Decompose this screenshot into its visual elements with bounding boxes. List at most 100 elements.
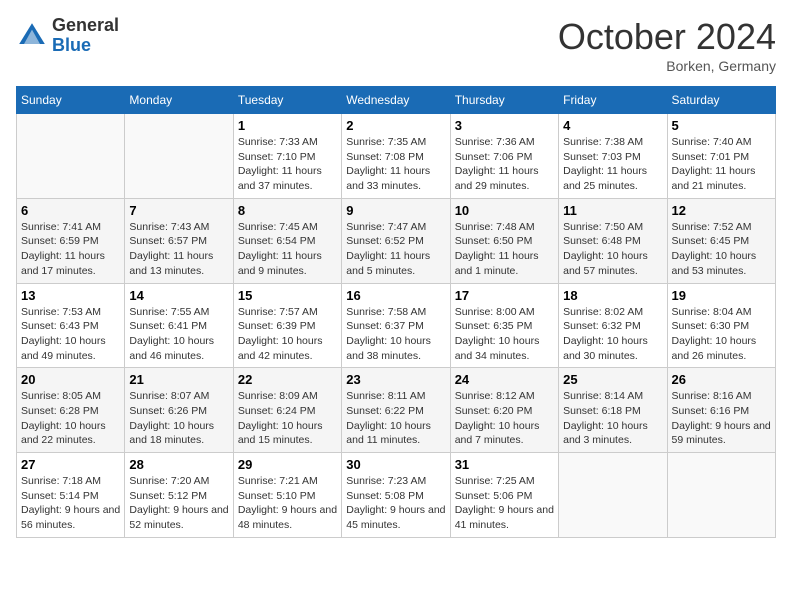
- calendar-cell: 31Sunrise: 7:25 AM Sunset: 5:06 PM Dayli…: [450, 453, 558, 538]
- weekday-header-monday: Monday: [125, 87, 233, 114]
- day-number: 14: [129, 288, 228, 303]
- calendar-cell: 6Sunrise: 7:41 AM Sunset: 6:59 PM Daylig…: [17, 198, 125, 283]
- day-number: 26: [672, 372, 771, 387]
- calendar-cell: [125, 114, 233, 199]
- day-info: Sunrise: 7:38 AM Sunset: 7:03 PM Dayligh…: [563, 135, 662, 194]
- day-info: Sunrise: 7:33 AM Sunset: 7:10 PM Dayligh…: [238, 135, 337, 194]
- calendar-cell: 15 Sunrise: 7:57 AM Sunset: 6:39 PM Dayli…: [233, 283, 341, 368]
- day-info: Sunrise: 7:20 AM Sunset: 5:12 PM Dayligh…: [129, 474, 228, 533]
- day-number: 12: [672, 203, 771, 218]
- calendar-week-row: 20 Sunrise: 8:05 AM Sunset: 6:28 PM Dayli…: [17, 368, 776, 453]
- logo: General Blue: [16, 16, 119, 56]
- calendar-cell: 18 Sunrise: 8:02 AM Sunset: 6:32 PM Dayli…: [559, 283, 667, 368]
- calendar-cell: 12 Sunrise: 7:52 AM Sunset: 6:45 PM Dayli…: [667, 198, 775, 283]
- day-info: Sunrise: 7:45 AM Sunset: 6:54 PM Dayligh…: [238, 220, 337, 279]
- calendar-cell: 8 Sunrise: 7:45 AM Sunset: 6:54 PM Daylig…: [233, 198, 341, 283]
- day-number: 18: [563, 288, 662, 303]
- calendar-cell: 21 Sunrise: 8:07 AM Sunset: 6:26 PM Dayli…: [125, 368, 233, 453]
- calendar-cell: 20 Sunrise: 8:05 AM Sunset: 6:28 PM Dayli…: [17, 368, 125, 453]
- day-info: Sunrise: 8:14 AM Sunset: 6:18 PM Dayligh…: [563, 389, 662, 448]
- day-number: 24: [455, 372, 554, 387]
- day-number: 27: [21, 457, 120, 472]
- calendar-cell: 19 Sunrise: 8:04 AM Sunset: 6:30 PM Dayli…: [667, 283, 775, 368]
- day-number: 8: [238, 203, 337, 218]
- weekday-header-tuesday: Tuesday: [233, 87, 341, 114]
- day-number: 10: [455, 203, 554, 218]
- day-number: 11: [563, 203, 662, 218]
- weekday-header-saturday: Saturday: [667, 87, 775, 114]
- calendar-cell: 23Sunrise: 8:11 AM Sunset: 6:22 PM Dayli…: [342, 368, 450, 453]
- calendar-cell: 29 Sunrise: 7:21 AM Sunset: 5:10 PM Dayli…: [233, 453, 341, 538]
- day-info: Sunrise: 8:05 AM Sunset: 6:28 PM Dayligh…: [21, 389, 120, 448]
- calendar-cell: 27 Sunrise: 7:18 AM Sunset: 5:14 PM Dayli…: [17, 453, 125, 538]
- day-info: Sunrise: 8:02 AM Sunset: 6:32 PM Dayligh…: [563, 305, 662, 364]
- calendar-cell: 1 Sunrise: 7:33 AM Sunset: 7:10 PM Daylig…: [233, 114, 341, 199]
- calendar-cell: 10 Sunrise: 7:48 AM Sunset: 6:50 PM Dayli…: [450, 198, 558, 283]
- day-info: Sunrise: 7:23 AM Sunset: 5:08 PM Dayligh…: [346, 474, 445, 533]
- day-info: Sunrise: 8:04 AM Sunset: 6:30 PM Dayligh…: [672, 305, 771, 364]
- calendar-cell: 24Sunrise: 8:12 AM Sunset: 6:20 PM Dayli…: [450, 368, 558, 453]
- calendar-cell: 11Sunrise: 7:50 AM Sunset: 6:48 PM Dayli…: [559, 198, 667, 283]
- day-number: 22: [238, 372, 337, 387]
- calendar-cell: 4 Sunrise: 7:38 AM Sunset: 7:03 PM Daylig…: [559, 114, 667, 199]
- logo-general-text: General: [52, 16, 119, 36]
- day-number: 4: [563, 118, 662, 133]
- day-number: 20: [21, 372, 120, 387]
- calendar-cell: 14 Sunrise: 7:55 AM Sunset: 6:41 PM Dayli…: [125, 283, 233, 368]
- month-title: October 2024: [558, 16, 776, 58]
- day-info: Sunrise: 7:47 AM Sunset: 6:52 PM Dayligh…: [346, 220, 445, 279]
- calendar-week-row: 1 Sunrise: 7:33 AM Sunset: 7:10 PM Daylig…: [17, 114, 776, 199]
- day-number: 29: [238, 457, 337, 472]
- day-info: Sunrise: 7:48 AM Sunset: 6:50 PM Dayligh…: [455, 220, 554, 279]
- day-number: 17: [455, 288, 554, 303]
- day-info: Sunrise: 8:07 AM Sunset: 6:26 PM Dayligh…: [129, 389, 228, 448]
- calendar-cell: 28 Sunrise: 7:20 AM Sunset: 5:12 PM Dayli…: [125, 453, 233, 538]
- weekday-header-wednesday: Wednesday: [342, 87, 450, 114]
- calendar-week-row: 6Sunrise: 7:41 AM Sunset: 6:59 PM Daylig…: [17, 198, 776, 283]
- calendar-cell: 30 Sunrise: 7:23 AM Sunset: 5:08 PM Dayli…: [342, 453, 450, 538]
- weekday-header-friday: Friday: [559, 87, 667, 114]
- calendar-table: SundayMondayTuesdayWednesdayThursdayFrid…: [16, 86, 776, 538]
- calendar-week-row: 27 Sunrise: 7:18 AM Sunset: 5:14 PM Dayli…: [17, 453, 776, 538]
- weekday-header-thursday: Thursday: [450, 87, 558, 114]
- day-number: 9: [346, 203, 445, 218]
- calendar-cell: [559, 453, 667, 538]
- calendar-week-row: 13Sunrise: 7:53 AM Sunset: 6:43 PM Dayli…: [17, 283, 776, 368]
- calendar-cell: 22 Sunrise: 8:09 AM Sunset: 6:24 PM Dayli…: [233, 368, 341, 453]
- calendar-cell: 25Sunrise: 8:14 AM Sunset: 6:18 PM Dayli…: [559, 368, 667, 453]
- day-number: 5: [672, 118, 771, 133]
- day-number: 7: [129, 203, 228, 218]
- day-number: 15: [238, 288, 337, 303]
- calendar-cell: 9 Sunrise: 7:47 AM Sunset: 6:52 PM Daylig…: [342, 198, 450, 283]
- day-number: 23: [346, 372, 445, 387]
- title-block: October 2024 Borken, Germany: [558, 16, 776, 74]
- day-number: 1: [238, 118, 337, 133]
- day-info: Sunrise: 7:25 AM Sunset: 5:06 PM Dayligh…: [455, 474, 554, 533]
- day-number: 21: [129, 372, 228, 387]
- day-info: Sunrise: 7:55 AM Sunset: 6:41 PM Dayligh…: [129, 305, 228, 364]
- day-info: Sunrise: 7:57 AM Sunset: 6:39 PM Dayligh…: [238, 305, 337, 364]
- calendar-cell: 5 Sunrise: 7:40 AM Sunset: 7:01 PM Daylig…: [667, 114, 775, 199]
- day-number: 30: [346, 457, 445, 472]
- day-info: Sunrise: 8:16 AM Sunset: 6:16 PM Dayligh…: [672, 389, 771, 448]
- day-info: Sunrise: 8:09 AM Sunset: 6:24 PM Dayligh…: [238, 389, 337, 448]
- day-info: Sunrise: 8:00 AM Sunset: 6:35 PM Dayligh…: [455, 305, 554, 364]
- day-number: 19: [672, 288, 771, 303]
- day-info: Sunrise: 7:43 AM Sunset: 6:57 PM Dayligh…: [129, 220, 228, 279]
- day-info: Sunrise: 7:52 AM Sunset: 6:45 PM Dayligh…: [672, 220, 771, 279]
- logo-blue-text: Blue: [52, 36, 119, 56]
- day-number: 3: [455, 118, 554, 133]
- calendar-cell: [667, 453, 775, 538]
- day-number: 28: [129, 457, 228, 472]
- day-info: Sunrise: 7:58 AM Sunset: 6:37 PM Dayligh…: [346, 305, 445, 364]
- day-info: Sunrise: 7:41 AM Sunset: 6:59 PM Dayligh…: [21, 220, 120, 279]
- day-info: Sunrise: 7:21 AM Sunset: 5:10 PM Dayligh…: [238, 474, 337, 533]
- day-info: Sunrise: 7:36 AM Sunset: 7:06 PM Dayligh…: [455, 135, 554, 194]
- calendar-cell: 16Sunrise: 7:58 AM Sunset: 6:37 PM Dayli…: [342, 283, 450, 368]
- calendar-cell: 7 Sunrise: 7:43 AM Sunset: 6:57 PM Daylig…: [125, 198, 233, 283]
- day-info: Sunrise: 7:18 AM Sunset: 5:14 PM Dayligh…: [21, 474, 120, 533]
- day-number: 2: [346, 118, 445, 133]
- calendar-cell: 17 Sunrise: 8:00 AM Sunset: 6:35 PM Dayli…: [450, 283, 558, 368]
- day-info: Sunrise: 7:40 AM Sunset: 7:01 PM Dayligh…: [672, 135, 771, 194]
- weekday-header-row: SundayMondayTuesdayWednesdayThursdayFrid…: [17, 87, 776, 114]
